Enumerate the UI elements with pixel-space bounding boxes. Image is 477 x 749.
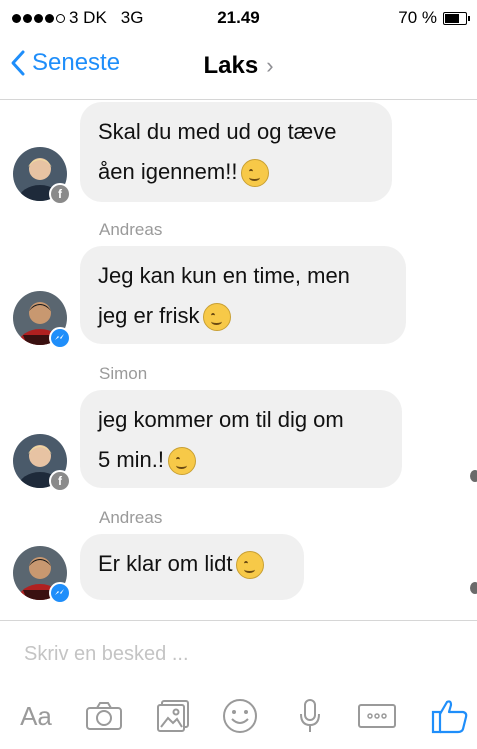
microphone-button[interactable] (296, 696, 324, 736)
compose-placeholder: Skriv en besked ... (24, 643, 189, 665)
avatar[interactable] (13, 291, 71, 349)
messenger-badge-icon (49, 327, 71, 349)
message-bubble[interactable]: Skal du med ud og tæve åen igennem!! (80, 102, 392, 202)
message-text: jeg er frisk (98, 303, 200, 328)
avatar[interactable] (13, 546, 71, 604)
message-text: åen igennem!! (98, 159, 238, 184)
smiley-emoji-icon (241, 159, 270, 188)
messenger-badge-icon (49, 582, 71, 604)
text-format-button[interactable]: Aa (14, 696, 58, 736)
sender-name: Simon (99, 364, 148, 383)
compose-field[interactable]: Skriv en besked ... (0, 620, 477, 688)
facebook-badge-icon: f (49, 470, 71, 492)
message-text: Skal du med ud og tæve (98, 119, 337, 144)
message-text: Jeg kan kun en time, men (98, 263, 350, 288)
conversation-title[interactable]: Laks › (0, 52, 477, 80)
message-text: jeg kommer om til dig om (98, 407, 344, 432)
text-format-label: Aa (20, 700, 52, 731)
battery-icon (443, 11, 470, 25)
avatar[interactable]: f (13, 434, 71, 492)
emoji-icon (223, 699, 257, 733)
gallery-button[interactable] (154, 696, 192, 736)
camera-button[interactable] (84, 696, 124, 736)
like-icon (431, 700, 468, 734)
sender-name: Andreas (99, 508, 163, 527)
smiley-emoji-icon (168, 447, 197, 476)
message-thread[interactable]: Skal du med ud og tæve åen igennem!! f A… (0, 100, 477, 620)
relieved-emoji-icon (203, 303, 232, 332)
read-receipt-icon (470, 582, 477, 594)
status-bar: 3 DK 3G 21.49 70 % (0, 0, 477, 34)
chevron-right-icon: › (266, 53, 274, 78)
microphone-icon (300, 699, 320, 732)
facebook-badge-icon: f (49, 183, 71, 205)
conversation-name: Laks (203, 52, 259, 79)
camera-icon (86, 702, 122, 730)
nav-bar: Seneste Laks › (0, 34, 477, 100)
gallery-icon (157, 700, 189, 732)
battery-percent: 70 % (398, 8, 437, 27)
smiley-emoji-icon (236, 551, 265, 580)
avatar[interactable]: f (13, 147, 71, 205)
read-receipt-icon (470, 470, 477, 482)
message-text: Er klar om lidt (98, 551, 233, 576)
status-right: 70 % (398, 8, 470, 28)
emoji-button[interactable] (220, 696, 260, 736)
more-icon (358, 704, 396, 728)
message-bubble[interactable]: Jeg kan kun en time, men jeg er frisk (80, 246, 406, 344)
message-text: 5 min.! (98, 447, 165, 472)
message-bubble[interactable]: jeg kommer om til dig om 5 min.! (80, 390, 402, 488)
more-button[interactable] (356, 696, 398, 736)
message-bubble[interactable]: Er klar om lidt (80, 534, 304, 600)
like-button[interactable] (430, 696, 470, 736)
composer-toolbar: Aa (0, 688, 477, 749)
sender-name: Andreas (99, 220, 163, 239)
